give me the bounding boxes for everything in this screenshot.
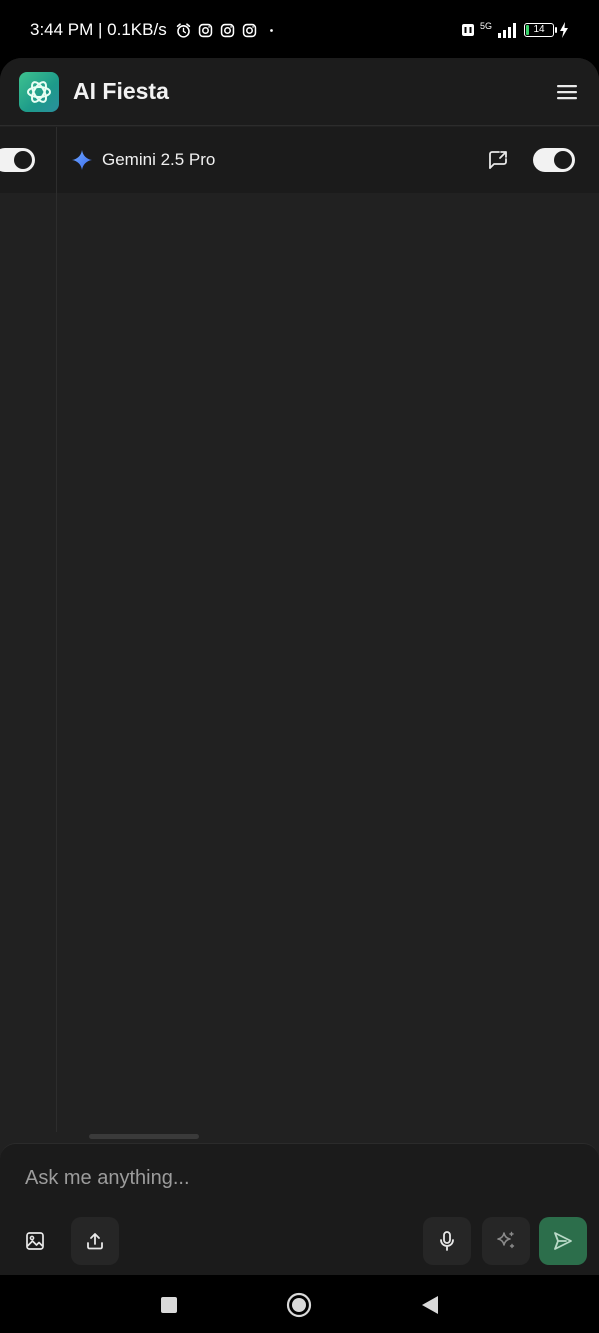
battery-level: 14 [533,24,545,35]
status-bar: 3:44 PM | 0.1KB/s 5G 14 [0,0,599,60]
brand[interactable]: AI Fiesta [19,71,169,112]
instagram-icon [198,23,212,37]
upload-icon [87,1233,103,1250]
back-button[interactable] [417,1292,443,1318]
back-triangle-icon [422,1296,438,1314]
attach-image-button[interactable] [11,1217,59,1265]
hd-icon [461,24,474,36]
alarm-icon [176,22,190,38]
instagram-icon [220,23,234,37]
microphone-icon [440,1231,454,1251]
send-icon [554,1232,572,1250]
menu-button[interactable] [555,80,579,104]
app-window: AI Fiesta Gemini 2.5 Pro Ask me anything… [0,58,599,1275]
charging-bolt-icon [560,22,568,38]
instagram-icon [242,23,256,37]
share-icon [489,151,507,169]
ai-fiesta-logo-icon [19,71,59,112]
status-left: 3:44 PM | 0.1KB/s [30,20,280,40]
network-type: 5G [479,21,492,31]
upload-file-button[interactable] [71,1217,119,1265]
battery-fill [526,25,529,35]
model-label[interactable]: Gemini 2.5 Pro [72,127,215,193]
status-time: 3:44 PM | 0.1KB/s [30,20,167,39]
composer [0,1143,599,1275]
phone-screen: 3:44 PM | 0.1KB/s 5G 14 AI Fiesta Gemini… [0,0,599,1333]
notification-icons [175,22,280,39]
prev-model-toggle[interactable] [0,148,35,172]
send-button[interactable] [539,1217,587,1265]
model-enable-toggle[interactable] [533,148,575,172]
home-button[interactable] [286,1292,312,1318]
system-nav-bar [0,1275,599,1333]
square-icon [161,1297,177,1313]
enhance-prompt-button[interactable] [482,1217,530,1265]
toggle-knob [554,151,572,169]
battery-indicator: 14 [524,23,557,37]
signal-icon [498,23,516,38]
chat-area[interactable] [0,193,599,1133]
voice-input-button[interactable] [423,1217,471,1265]
recents-button[interactable] [156,1292,182,1318]
status-right: 5G 14 [461,21,569,39]
home-circle-icon [286,1292,312,1318]
model-bar: Gemini 2.5 Pro [0,127,599,193]
share-button[interactable] [486,148,510,172]
gemini-star-icon [72,150,92,170]
app-title: AI Fiesta [73,78,169,104]
sparkle-icon [497,1231,515,1249]
toggle-knob [14,151,32,169]
app-header: AI Fiesta [0,58,599,126]
prompt-input[interactable] [25,1162,565,1194]
more-notifications-dot-icon [269,28,273,32]
hamburger-icon [557,84,577,99]
horizontal-scrollbar[interactable] [89,1134,199,1139]
model-name: Gemini 2.5 Pro [102,150,216,169]
image-icon [26,1232,44,1250]
